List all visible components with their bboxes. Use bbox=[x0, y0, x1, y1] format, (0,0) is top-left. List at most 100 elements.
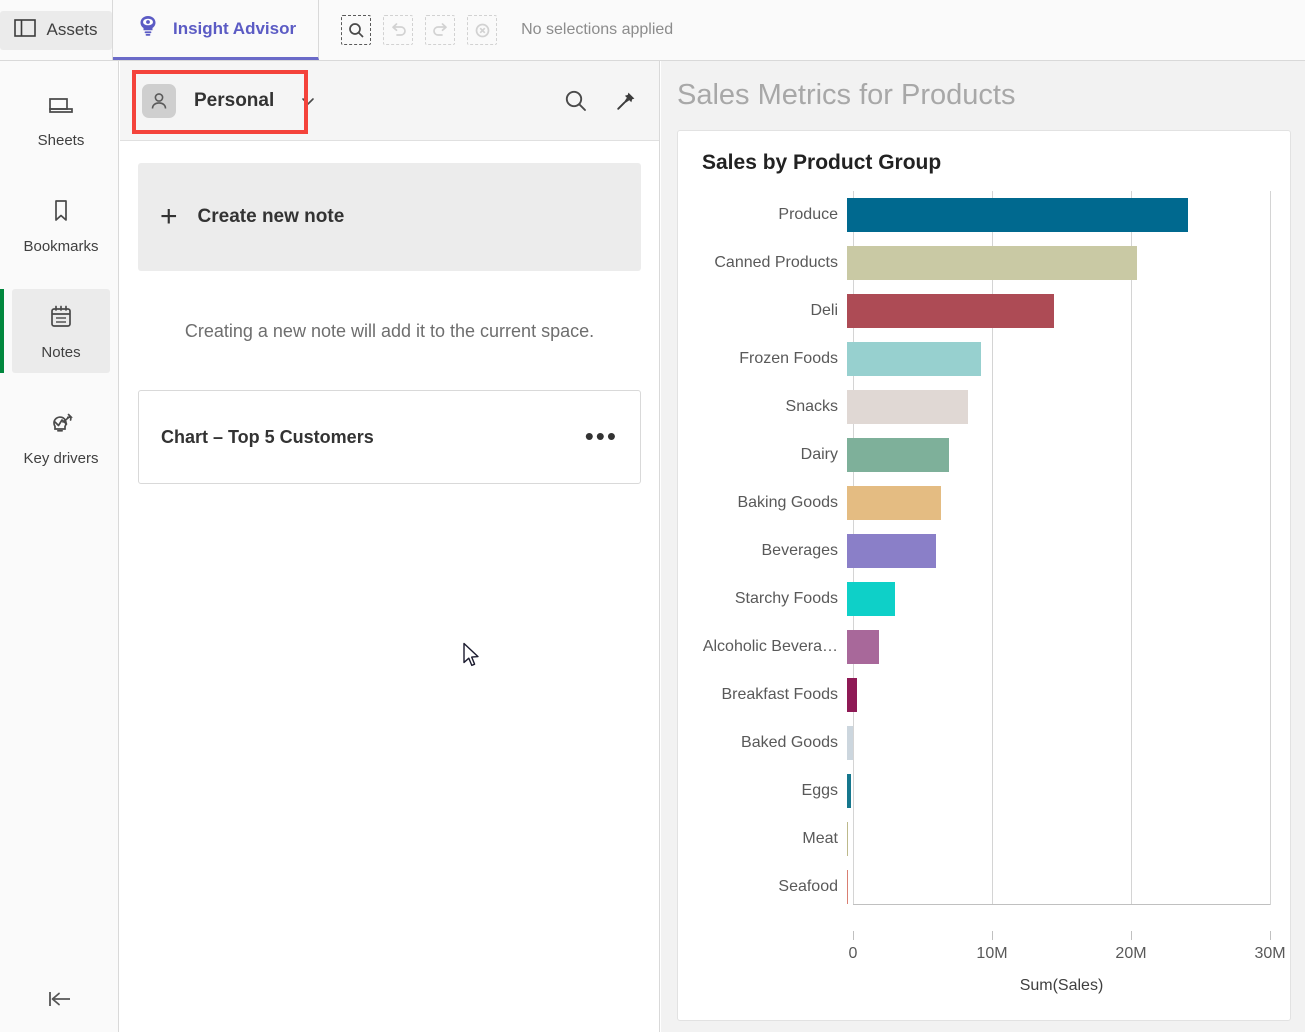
bar[interactable] bbox=[847, 438, 949, 472]
bar-category-label: Canned Products bbox=[714, 254, 838, 271]
space-selector-personal[interactable]: Personal bbox=[142, 83, 275, 118]
bar-row[interactable]: Starchy Foods bbox=[692, 575, 1270, 623]
bar[interactable] bbox=[847, 534, 936, 568]
clear-selections-icon[interactable] bbox=[467, 15, 498, 45]
pin-icon[interactable] bbox=[615, 90, 637, 112]
bar-row[interactable]: Alcoholic Bevera… bbox=[692, 623, 1270, 671]
bar-row[interactable]: Baking Goods bbox=[692, 479, 1270, 527]
sidebar-item-key-drivers-label: Key drivers bbox=[23, 450, 99, 467]
bar-category-label: Alcoholic Bevera… bbox=[702, 638, 838, 655]
bar-row[interactable]: Snacks bbox=[692, 383, 1270, 431]
create-new-note-label: Create new note bbox=[197, 206, 345, 227]
page-title: Sales Metrics for Products bbox=[677, 79, 1016, 111]
bar-category-label: Snacks bbox=[785, 398, 838, 415]
bar-row[interactable]: Produce bbox=[692, 191, 1270, 239]
tick-label: 0 bbox=[848, 945, 858, 962]
bar[interactable] bbox=[847, 486, 942, 520]
bar-category-label: Meat bbox=[802, 830, 838, 847]
redo-icon[interactable] bbox=[425, 15, 456, 45]
undo-icon[interactable] bbox=[383, 15, 414, 45]
create-new-note-button[interactable]: + Create new note bbox=[138, 163, 641, 271]
bar-row[interactable]: Beverages bbox=[692, 527, 1270, 575]
left-nav-rail: Sheets Bookmarks Notes Key drivers bbox=[0, 61, 119, 1032]
bar[interactable] bbox=[847, 774, 851, 808]
tick-mark bbox=[1130, 931, 1132, 940]
bar-category-label: Baking Goods bbox=[737, 494, 838, 511]
bar-category-label: Dairy bbox=[800, 446, 838, 463]
sidebar-item-key-drivers[interactable]: Key drivers bbox=[12, 395, 110, 479]
bar[interactable] bbox=[847, 198, 1189, 232]
bookmark-icon bbox=[48, 197, 74, 230]
chart-x-axis-label: Sum(Sales) bbox=[1019, 977, 1104, 994]
top-toolbar: Assets Insight Advisor No selections app… bbox=[0, 0, 1305, 61]
bar[interactable] bbox=[847, 870, 848, 904]
panel-icon bbox=[14, 18, 37, 42]
bar-row[interactable]: Deli bbox=[692, 287, 1270, 335]
sidebar-item-notes-label: Notes bbox=[41, 344, 81, 361]
tab-insight-advisor[interactable]: Insight Advisor bbox=[113, 0, 320, 60]
bar-row[interactable]: Canned Products bbox=[692, 239, 1270, 287]
chart-card[interactable]: Sales by Product Group Produce Canned Pro… bbox=[677, 130, 1291, 1021]
sidebar-item-sheets-label: Sheets bbox=[37, 132, 85, 149]
bar[interactable] bbox=[847, 678, 857, 712]
tab-insight-advisor-label: Insight Advisor bbox=[173, 18, 297, 38]
selection-search-icon[interactable] bbox=[341, 15, 372, 45]
chevron-down-icon[interactable] bbox=[300, 95, 316, 107]
bar-category-label: Breakfast Foods bbox=[721, 686, 839, 703]
bar-row[interactable]: Seafood bbox=[692, 863, 1270, 911]
bar-chart-plot: Produce Canned Products Deli Frozen Foods Sn… bbox=[692, 191, 1271, 931]
bar[interactable] bbox=[847, 822, 848, 856]
bar-row[interactable]: Eggs bbox=[692, 767, 1270, 815]
create-note-hint: Creating a new note will add it to the c… bbox=[184, 321, 595, 341]
chart-x-axis-ticks: 0 10M 20M 30M bbox=[849, 931, 1286, 975]
bar-category-label: Produce bbox=[778, 206, 838, 223]
selection-status-text: No selections applied bbox=[521, 21, 674, 38]
sidebar-item-bookmarks[interactable]: Bookmarks bbox=[12, 183, 110, 267]
tick-mark bbox=[1270, 931, 1271, 940]
bar-category-label: Seafood bbox=[778, 878, 838, 895]
bar-category-label: Eggs bbox=[801, 782, 838, 799]
bar[interactable] bbox=[847, 726, 854, 760]
collapse-left-icon[interactable] bbox=[0, 988, 119, 1010]
bar-category-label: Beverages bbox=[761, 542, 839, 559]
tick-label: 20M bbox=[1115, 945, 1147, 962]
key-drivers-icon bbox=[46, 409, 76, 442]
qlik-insight-advisor-window: Assets Insight Advisor No selections app… bbox=[0, 0, 1305, 1032]
notes-panel-body: + Create new note Creating a new note wi… bbox=[120, 141, 659, 484]
chart-bars: Produce Canned Products Deli Frozen Foods Sn… bbox=[692, 191, 1270, 931]
bar-category-label: Deli bbox=[810, 302, 838, 319]
notes-panel: Personal + Create new note Creating a ne… bbox=[120, 61, 660, 1032]
notes-panel-header: Personal bbox=[120, 61, 659, 141]
bar[interactable] bbox=[847, 342, 981, 376]
sidebar-item-sheets[interactable]: Sheets bbox=[12, 79, 110, 161]
notes-icon bbox=[47, 303, 75, 336]
bar-category-label: Baked Goods bbox=[741, 734, 838, 751]
bar-category-label: Frozen Foods bbox=[739, 350, 838, 367]
tick-label: 30M bbox=[1254, 945, 1286, 962]
note-title: Chart – Top 5 Customers bbox=[161, 426, 374, 447]
ellipsis-icon[interactable]: ••• bbox=[585, 424, 618, 449]
search-icon[interactable] bbox=[563, 88, 589, 114]
gridline bbox=[1270, 191, 1271, 905]
sidebar-item-notes[interactable]: Notes bbox=[0, 289, 110, 373]
space-name-label: Personal bbox=[194, 89, 275, 111]
person-icon bbox=[142, 83, 176, 118]
tick-mark bbox=[991, 931, 993, 940]
bar[interactable] bbox=[847, 294, 1055, 328]
insight-content-area: Sales Metrics for Products Sales by Prod… bbox=[661, 61, 1305, 1032]
bar[interactable] bbox=[847, 246, 1138, 280]
bar-row[interactable]: Dairy bbox=[692, 431, 1270, 479]
bar[interactable] bbox=[847, 582, 895, 616]
assets-button[interactable]: Assets bbox=[0, 0, 112, 60]
selection-toolbar: No selections applied bbox=[319, 0, 673, 60]
sheets-icon bbox=[46, 93, 76, 124]
list-item[interactable]: Chart – Top 5 Customers ••• bbox=[138, 390, 641, 484]
sidebar-item-bookmarks-label: Bookmarks bbox=[23, 238, 99, 255]
bar-row[interactable]: Meat bbox=[692, 815, 1270, 863]
bar-row[interactable]: Breakfast Foods bbox=[692, 671, 1270, 719]
bar[interactable] bbox=[847, 630, 880, 664]
lightbulb-eye-icon bbox=[135, 13, 161, 44]
bar-row[interactable]: Baked Goods bbox=[692, 719, 1270, 767]
bar-row[interactable]: Frozen Foods bbox=[692, 335, 1270, 383]
bar[interactable] bbox=[847, 390, 969, 424]
